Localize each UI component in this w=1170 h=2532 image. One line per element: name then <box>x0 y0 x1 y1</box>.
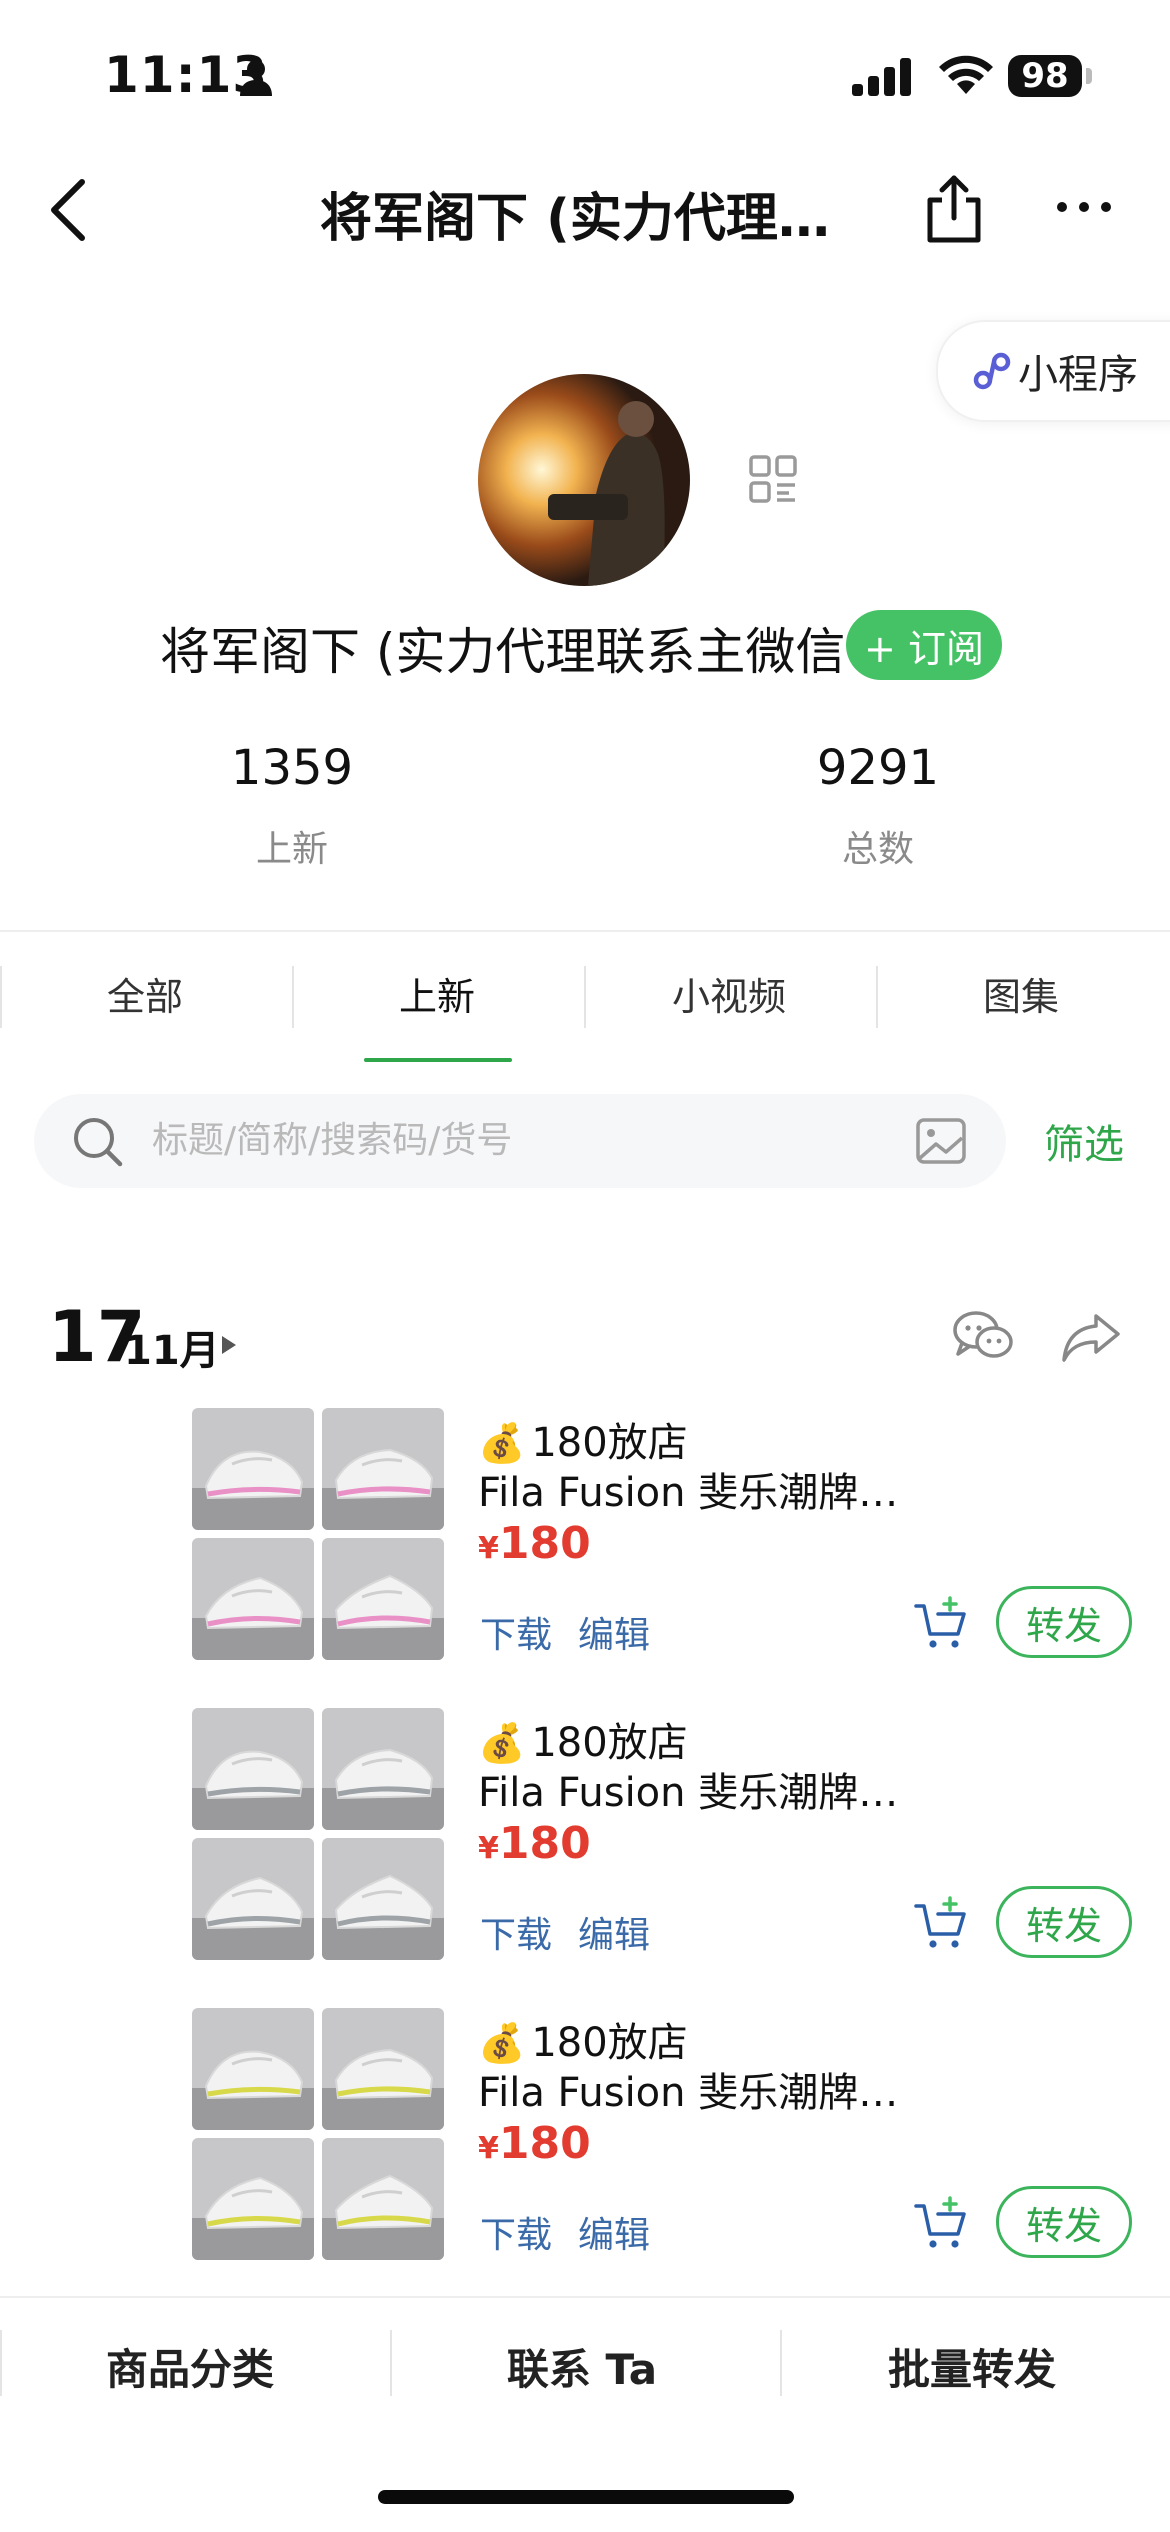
mini-program-button[interactable]: 小程序 <box>936 320 1170 422</box>
product-thumbnail[interactable] <box>322 1538 444 1660</box>
product-thumbnail[interactable] <box>322 1708 444 1830</box>
tab-new[interactable]: 上新 <box>292 966 582 1021</box>
search-icon <box>74 1118 123 1167</box>
product-thumbnail[interactable] <box>322 2008 444 2130</box>
currency-symbol: ¥ <box>478 1531 499 1566</box>
date-month[interactable]: 11月 <box>124 1318 220 1376</box>
forward-icon[interactable] <box>1060 1310 1122 1364</box>
edit-button[interactable]: 编辑 <box>578 2206 650 2258</box>
money-bag-icon: 💰 <box>478 1721 526 1765</box>
search-input[interactable] <box>152 1112 892 1168</box>
stat-new-count: 1359 <box>230 740 354 796</box>
caret-right-icon[interactable] <box>222 1336 236 1354</box>
price-value: 180 <box>498 2118 591 2169</box>
add-to-cart-icon[interactable] <box>912 1596 968 1652</box>
tab-albums[interactable]: 图集 <box>876 966 1166 1021</box>
stat-total-label: 总数 <box>841 829 914 870</box>
battery-indicator: 98 <box>1008 55 1082 97</box>
price-value: 180 <box>498 1818 591 1869</box>
tab-short-videos[interactable]: 小视频 <box>584 966 874 1021</box>
price-value: 180 <box>498 1518 591 1569</box>
wifi-icon <box>939 55 993 94</box>
subscribe-button[interactable]: + 订阅 <box>846 610 1002 680</box>
product-thumbnail[interactable] <box>322 2138 444 2260</box>
product-title[interactable]: Fila Fusion 斐乐潮牌… <box>478 1460 918 1518</box>
product-price: ¥180 <box>478 1818 591 1869</box>
product-price: ¥180 <box>478 1518 591 1569</box>
back-button[interactable] <box>40 170 100 250</box>
batch-forward-button[interactable]: 批量转发 <box>782 2336 1162 2397</box>
share-button[interactable] <box>922 170 986 246</box>
page-title: 将军阁下 (实力代理… <box>320 189 830 249</box>
image-search-icon[interactable] <box>914 1114 968 1168</box>
stat-new-label: 上新 <box>255 829 328 870</box>
tab-all[interactable]: 全部 <box>0 966 290 1021</box>
product-thumbnail[interactable] <box>192 1838 314 1960</box>
forward-button[interactable]: 转发 <box>996 1886 1132 1958</box>
chat-bubbles-icon[interactable] <box>952 1308 1014 1366</box>
divider <box>0 2296 1170 2298</box>
product-thumbnail[interactable] <box>192 2138 314 2260</box>
product-thumbnail[interactable] <box>322 1408 444 1530</box>
edit-button[interactable]: 编辑 <box>578 1906 650 1958</box>
shop-name: 将军阁下 (实力代理联系主微信 <box>160 623 846 681</box>
active-tab-indicator <box>364 1058 512 1062</box>
filter-button[interactable]: 筛选 <box>1044 1112 1124 1170</box>
signal-icon <box>852 58 911 96</box>
forward-button[interactable]: 转发 <box>996 2186 1132 2258</box>
download-button[interactable]: 下载 <box>480 2206 552 2258</box>
mini-program-icon <box>973 352 1011 390</box>
divider <box>0 930 1170 932</box>
avatar-image <box>478 374 690 586</box>
home-indicator <box>378 2490 794 2504</box>
product-price: ¥180 <box>478 2118 591 2169</box>
currency-symbol: ¥ <box>478 1831 499 1866</box>
category-button[interactable]: 商品分类 <box>0 2336 380 2397</box>
product-thumbnail[interactable] <box>192 1408 314 1530</box>
mini-program-label: 小程序 <box>1018 352 1138 398</box>
edit-button[interactable]: 编辑 <box>578 1606 650 1658</box>
forward-button[interactable]: 转发 <box>996 1586 1132 1658</box>
qr-code-icon[interactable] <box>748 454 798 504</box>
contact-button[interactable]: 联系 Ta <box>392 2336 772 2397</box>
money-bag-icon: 💰 <box>478 2021 526 2065</box>
download-button[interactable]: 下载 <box>480 1906 552 1958</box>
money-bag-icon: 💰 <box>478 1421 526 1465</box>
product-thumbnail[interactable] <box>322 1838 444 1960</box>
product-thumbnail[interactable] <box>192 1708 314 1830</box>
person-icon <box>240 60 272 96</box>
currency-symbol: ¥ <box>478 2131 499 2166</box>
product-title[interactable]: Fila Fusion 斐乐潮牌… <box>478 2060 918 2118</box>
product-thumbnail[interactable] <box>192 2008 314 2130</box>
stat-total-count: 9291 <box>816 740 940 796</box>
download-button[interactable]: 下载 <box>480 1606 552 1658</box>
product-thumbnail[interactable] <box>192 1538 314 1660</box>
battery-tip <box>1086 68 1092 84</box>
product-title[interactable]: Fila Fusion 斐乐潮牌… <box>478 1760 918 1818</box>
avatar[interactable] <box>478 374 690 586</box>
add-to-cart-icon[interactable] <box>912 2196 968 2252</box>
more-options-button[interactable] <box>1054 194 1114 220</box>
add-to-cart-icon[interactable] <box>912 1896 968 1952</box>
